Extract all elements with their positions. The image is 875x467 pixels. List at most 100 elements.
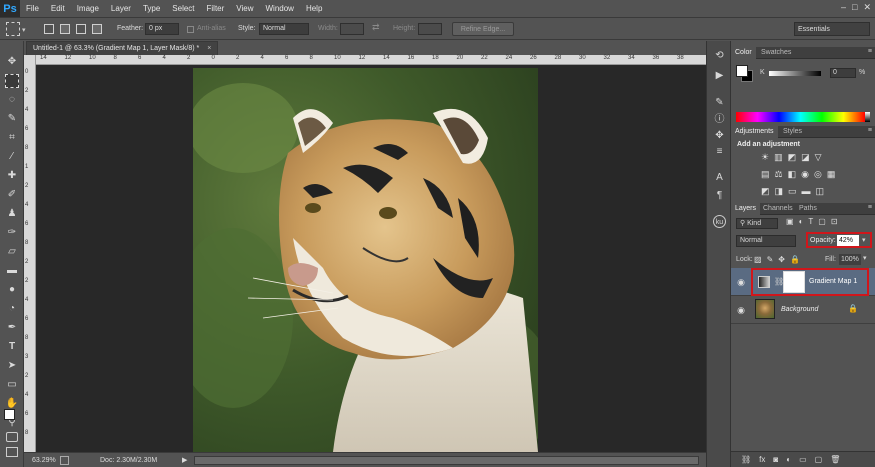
adjustment-filter-icon[interactable]: ◐ — [799, 217, 804, 226]
info-icon[interactable]: ⓘ — [713, 113, 726, 126]
character-icon[interactable]: A — [713, 171, 726, 184]
canvas-area[interactable] — [36, 65, 706, 452]
k-slider[interactable] — [769, 71, 821, 76]
screen-mode-icon[interactable] — [6, 447, 18, 457]
color-balance-icon[interactable]: ⚖ — [775, 169, 783, 180]
intersect-selection-icon[interactable] — [92, 24, 102, 34]
tab-adjustments[interactable]: Adjustments — [731, 126, 778, 138]
tab-layers[interactable]: Layers — [731, 203, 761, 215]
workspace-select[interactable]: Essentials — [794, 22, 870, 36]
minimize-button[interactable]: – — [841, 2, 846, 13]
refine-edge-button[interactable]: Refine Edge... — [452, 22, 514, 36]
menu-type[interactable]: Type — [137, 0, 166, 17]
channel-mixer-icon[interactable]: ◎ — [814, 169, 822, 180]
smart-filter-icon[interactable]: ⊡ — [831, 217, 838, 226]
opacity-input[interactable]: 42% — [837, 235, 859, 246]
gradient-map-icon[interactable]: ▬ — [802, 186, 811, 197]
trash-icon[interactable]: 🗑 — [830, 455, 840, 464]
invert-icon[interactable]: ◩ — [761, 186, 770, 197]
new-selection-icon[interactable] — [44, 24, 54, 34]
link-icon[interactable]: ⛓ — [741, 455, 751, 464]
brush-tool-icon[interactable]: ✐ — [5, 188, 19, 202]
lock-transparent-icon[interactable]: ▨ — [754, 255, 762, 264]
blend-mode-select[interactable]: Normal — [736, 235, 796, 247]
actions-icon[interactable]: ▶ — [713, 69, 726, 82]
color-lookup-icon[interactable]: ▦ — [827, 169, 836, 180]
group-icon[interactable]: ▭ — [799, 455, 807, 464]
panel-menu-icon[interactable]: ≡ — [868, 127, 872, 134]
add-selection-icon[interactable] — [60, 24, 70, 34]
width-input[interactable] — [340, 23, 364, 35]
menu-window[interactable]: Window — [260, 0, 300, 17]
brush-panel-icon[interactable]: ✎ — [713, 96, 726, 109]
grayscale-ramp[interactable] — [865, 112, 870, 122]
maximize-button[interactable]: □ — [852, 2, 857, 13]
kuler-icon[interactable]: ku — [713, 215, 726, 228]
properties-icon[interactable]: ≡ — [713, 145, 726, 158]
healing-tool-icon[interactable]: ✚ — [5, 169, 19, 183]
hue-saturation-icon[interactable]: ▤ — [761, 169, 770, 180]
levels-icon[interactable]: ▥ — [774, 152, 783, 163]
brightness-icon[interactable]: ☀ — [761, 152, 769, 163]
menu-filter[interactable]: Filter — [201, 0, 231, 17]
document-tab[interactable]: Untitled-1 @ 63.3% (Gradient Map 1, Laye… — [26, 41, 219, 55]
tab-swatches[interactable]: Swatches — [757, 47, 795, 59]
adjustment-icon[interactable]: ◐ — [786, 455, 791, 464]
tab-styles[interactable]: Styles — [779, 126, 806, 138]
history-icon[interactable]: ⟲ — [713, 49, 726, 62]
visibility-eye-icon[interactable]: ◉ — [736, 277, 746, 287]
fx-icon[interactable]: fx — [759, 455, 765, 464]
tab-paths[interactable]: Paths — [795, 203, 821, 215]
eyedropper-tool-icon[interactable]: ⁄ — [5, 150, 19, 164]
black-white-icon[interactable]: ◧ — [788, 169, 797, 180]
chevron-down-icon[interactable]: ▾ — [22, 26, 26, 34]
kind-filter-select[interactable]: ⚲ Kind — [736, 218, 778, 229]
marquee-tool-icon[interactable] — [5, 74, 19, 88]
height-input[interactable] — [418, 23, 442, 35]
dodge-tool-icon[interactable]: ◔ — [5, 302, 19, 316]
path-select-tool-icon[interactable]: ➤ — [5, 359, 19, 373]
quick-mask-icon[interactable] — [6, 432, 18, 442]
exposure-icon[interactable]: ◪ — [801, 152, 810, 163]
foreground-color-swatch[interactable] — [4, 409, 15, 420]
feather-input[interactable]: 0 px — [145, 23, 179, 35]
background-thumbnail[interactable] — [755, 299, 775, 319]
tab-channels[interactable]: Channels — [759, 203, 797, 215]
zoom-level[interactable]: 63.29% — [32, 457, 56, 464]
close-button[interactable]: ✕ — [863, 2, 871, 13]
stamp-tool-icon[interactable]: ♟ — [5, 207, 19, 221]
new-layer-icon[interactable]: ▢ — [815, 455, 823, 464]
tiger-photo[interactable] — [193, 68, 538, 452]
foreground-swatch[interactable] — [736, 65, 748, 77]
layer-name[interactable]: Background — [781, 306, 818, 313]
type-tool-icon[interactable]: T — [5, 340, 19, 354]
tab-color[interactable]: Color — [731, 47, 756, 59]
style-select[interactable]: Normal — [259, 23, 309, 35]
menu-file[interactable]: File — [20, 0, 45, 17]
close-tab-icon[interactable]: × — [207, 45, 211, 52]
paragraph-icon[interactable]: ¶ — [713, 189, 726, 202]
pixel-filter-icon[interactable]: ▣ — [786, 217, 794, 226]
menu-help[interactable]: Help — [300, 0, 328, 17]
quick-select-tool-icon[interactable]: ✎ — [5, 112, 19, 126]
vibrance-icon[interactable]: ▽ — [815, 152, 822, 163]
gradient-tool-icon[interactable]: ▬ — [5, 264, 19, 278]
menu-layer[interactable]: Layer — [105, 0, 137, 17]
lock-position-icon[interactable]: ✥ — [778, 255, 785, 264]
color-spectrum[interactable] — [736, 112, 865, 122]
blur-tool-icon[interactable]: ● — [5, 283, 19, 297]
fill-input[interactable]: 100% — [839, 254, 861, 265]
visibility-eye-icon[interactable]: ◉ — [736, 305, 746, 315]
menu-view[interactable]: View — [230, 0, 259, 17]
clone-source-icon[interactable]: ✥ — [713, 129, 726, 142]
curves-icon[interactable]: ◩ — [788, 152, 797, 163]
opacity-chevron-icon[interactable]: ▾ — [862, 236, 866, 244]
shape-tool-icon[interactable]: ▭ — [5, 378, 19, 392]
subtract-selection-icon[interactable] — [76, 24, 86, 34]
photo-filter-icon[interactable]: ◉ — [801, 169, 809, 180]
mask-icon[interactable]: ◙ — [773, 455, 778, 464]
pen-tool-icon[interactable]: ✒ — [5, 321, 19, 335]
fill-chevron-icon[interactable]: ▾ — [863, 254, 867, 262]
move-tool-icon[interactable]: ✥ — [5, 55, 19, 69]
swap-icon[interactable]: ⇄ — [372, 22, 380, 33]
